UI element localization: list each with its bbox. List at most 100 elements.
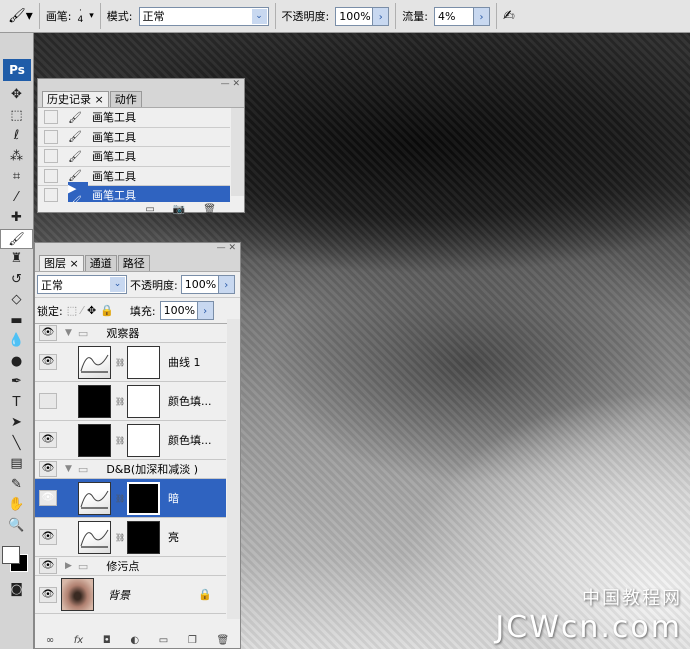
history-item[interactable]: 🖌 画笔工具 [38, 167, 230, 186]
magic-wand-icon[interactable]: ⁂ [0, 147, 33, 168]
snapshot-source-checkbox[interactable] [44, 129, 58, 144]
path-select-icon[interactable]: ➤ [0, 413, 33, 434]
snapshot-source-checkbox[interactable] [44, 110, 58, 125]
layer-group-row[interactable]: 👁 ▼ ▭ 观察器 [35, 324, 226, 343]
tab-layers[interactable]: 图层 × [39, 255, 84, 271]
opacity-slider-button[interactable]: › [373, 6, 390, 26]
notes-tool-icon[interactable]: ▤ [0, 454, 33, 475]
blend-mode-select[interactable]: 正常 ⌄ [37, 275, 127, 294]
layer-row[interactable]: 👁 ⛓ 暗 [35, 479, 226, 518]
eyedropper-icon[interactable]: ⁄ [0, 188, 33, 209]
trash-icon[interactable]: 🗑 [203, 204, 216, 215]
history-brush-icon[interactable]: ↺ [0, 270, 33, 291]
quick-mask-icon[interactable]: ◙ [0, 580, 33, 601]
flow-slider-button[interactable]: › [473, 6, 490, 26]
history-item[interactable]: ▶🖌 画笔工具 [38, 182, 230, 202]
expand-triangle-right-icon[interactable]: ▶ [65, 561, 72, 571]
snapshot-icon[interactable]: 📷 [173, 204, 185, 215]
visibility-eye-icon[interactable]: 👁 [39, 558, 57, 574]
visibility-eye-icon[interactable]: 👁 [39, 354, 57, 370]
visibility-eye-icon[interactable]: 👁 [39, 529, 57, 545]
move-tool-icon[interactable]: ✥ [0, 85, 33, 106]
dodge-tool-icon[interactable]: ● [0, 352, 33, 373]
opacity-slider-button[interactable]: › [218, 275, 235, 294]
layer-mask-thumbnail[interactable] [127, 520, 160, 554]
layer-row[interactable]: 👁 ⛓ 曲线 1 [35, 343, 226, 382]
layer-row[interactable]: ⛓ 颜色填... [35, 382, 226, 421]
layer-row[interactable]: 👁 ⛓ 亮 [35, 518, 226, 557]
visibility-eye-icon[interactable]: 👁 [39, 490, 57, 506]
new-layer-icon[interactable]: ❐ [188, 635, 197, 646]
eraser-icon[interactable]: ◇ [0, 290, 33, 311]
trash-icon[interactable]: 🗑 [216, 635, 229, 646]
history-scrollbar[interactable] [231, 108, 244, 196]
visibility-eye-icon[interactable]: 👁 [39, 586, 57, 603]
layer-group-row[interactable]: 👁 ▼ ▭ D&B(加深和减淡 ) [35, 460, 226, 479]
hand-tool-icon[interactable]: ✋ [0, 495, 33, 516]
airbrush-icon[interactable]: ✍ [503, 8, 515, 24]
type-tool-icon[interactable]: T [0, 393, 33, 414]
layer-mask-thumbnail[interactable] [127, 345, 160, 379]
visibility-eye-icon[interactable]: 👁 [39, 325, 57, 341]
line-tool-icon[interactable]: ╲ [0, 434, 33, 455]
chain-link-icon[interactable]: ⛓ [115, 397, 125, 406]
tab-history[interactable]: 历史记录 × [42, 91, 109, 107]
brush-size-picker[interactable]: · 4 [78, 7, 84, 25]
blur-tool-icon[interactable]: 💧 [0, 331, 33, 352]
flow-input[interactable]: 4% [433, 6, 474, 26]
expand-triangle-down-icon[interactable]: ▼ [65, 328, 72, 338]
layer-mask-thumbnail[interactable] [127, 481, 160, 515]
tab-channels[interactable]: 通道 [84, 255, 117, 271]
expand-triangle-down-icon[interactable]: ▼ [65, 464, 72, 474]
color-swatches[interactable] [0, 540, 33, 580]
new-document-icon[interactable]: ▭ [145, 204, 154, 215]
lock-transparency-icon[interactable]: ⬚ [67, 304, 77, 317]
snapshot-source-checkbox[interactable] [44, 168, 58, 183]
chain-link-icon[interactable]: ⛓ [115, 436, 125, 445]
link-layers-icon[interactable]: ∞ [46, 635, 54, 646]
snapshot-source-checkbox[interactable] [44, 188, 58, 202]
snapshot-source-checkbox[interactable] [44, 149, 58, 164]
healing-brush-icon[interactable]: ✚ [0, 208, 33, 229]
chain-link-icon[interactable]: ⛓ [115, 533, 125, 542]
layer-opacity-input[interactable]: 100% [180, 275, 219, 294]
layer-row[interactable]: 👁 背景 🔒 [35, 576, 226, 614]
layer-mask-thumbnail[interactable] [127, 423, 160, 457]
brush-tool-icon[interactable]: 🖌 [0, 228, 33, 249]
stamp-tool-icon[interactable]: ♜ [0, 249, 33, 270]
chain-link-icon[interactable]: ⛓ [115, 358, 125, 367]
pen-tool-icon[interactable]: ✒ [0, 372, 33, 393]
eyedropper-icon-2[interactable]: ✎ [0, 475, 33, 496]
history-item[interactable]: 🖌 画笔工具 [38, 147, 230, 167]
lasso-tool-icon[interactable]: ℓ [0, 126, 33, 147]
layer-mask-thumbnail[interactable] [127, 384, 160, 418]
brush-tool-icon[interactable]: 🖌▾ [8, 8, 33, 24]
panel-controls[interactable]: — ✕ [38, 79, 244, 91]
panel-controls[interactable]: — ✕ [35, 243, 240, 255]
fill-input[interactable]: 100% [159, 301, 198, 320]
marquee-tool-icon[interactable]: ⬚ [0, 106, 33, 127]
layer-row[interactable]: 👁 ⛓ 颜色填... [35, 421, 226, 460]
visibility-eye-icon[interactable]: 👁 [39, 461, 57, 477]
lock-position-icon[interactable]: ✥ [87, 304, 96, 317]
opacity-input[interactable]: 100% [335, 6, 374, 26]
layer-group-row[interactable]: 👁 ▶ ▭ 修污点 [35, 557, 226, 576]
gradient-tool-icon[interactable]: ▬ [0, 311, 33, 332]
visibility-eye-icon[interactable]: 👁 [39, 432, 57, 448]
add-mask-icon[interactable]: ◘ [103, 635, 111, 646]
adjustment-layer-icon[interactable]: ◐ [130, 635, 139, 646]
lock-paint-icon[interactable]: ⁄ [81, 304, 83, 317]
fx-icon[interactable]: fx [74, 635, 83, 646]
crop-tool-icon[interactable]: ⌗ [0, 167, 33, 188]
layers-scrollbar[interactable] [227, 319, 240, 619]
new-group-icon[interactable]: ▭ [159, 635, 168, 646]
history-item[interactable]: 🖌 画笔工具 [38, 128, 230, 147]
mode-select[interactable]: 正常 ⌄ [138, 6, 269, 26]
zoom-tool-icon[interactable]: 🔍 [0, 516, 33, 537]
chain-link-icon[interactable]: ⛓ [115, 494, 125, 503]
visibility-eye-icon[interactable] [39, 393, 57, 409]
tab-paths[interactable]: 路径 [117, 255, 150, 271]
history-item[interactable]: 🖌 画笔工具 [38, 108, 230, 128]
tab-actions[interactable]: 动作 [109, 91, 142, 107]
fill-slider-button[interactable]: › [197, 301, 214, 320]
